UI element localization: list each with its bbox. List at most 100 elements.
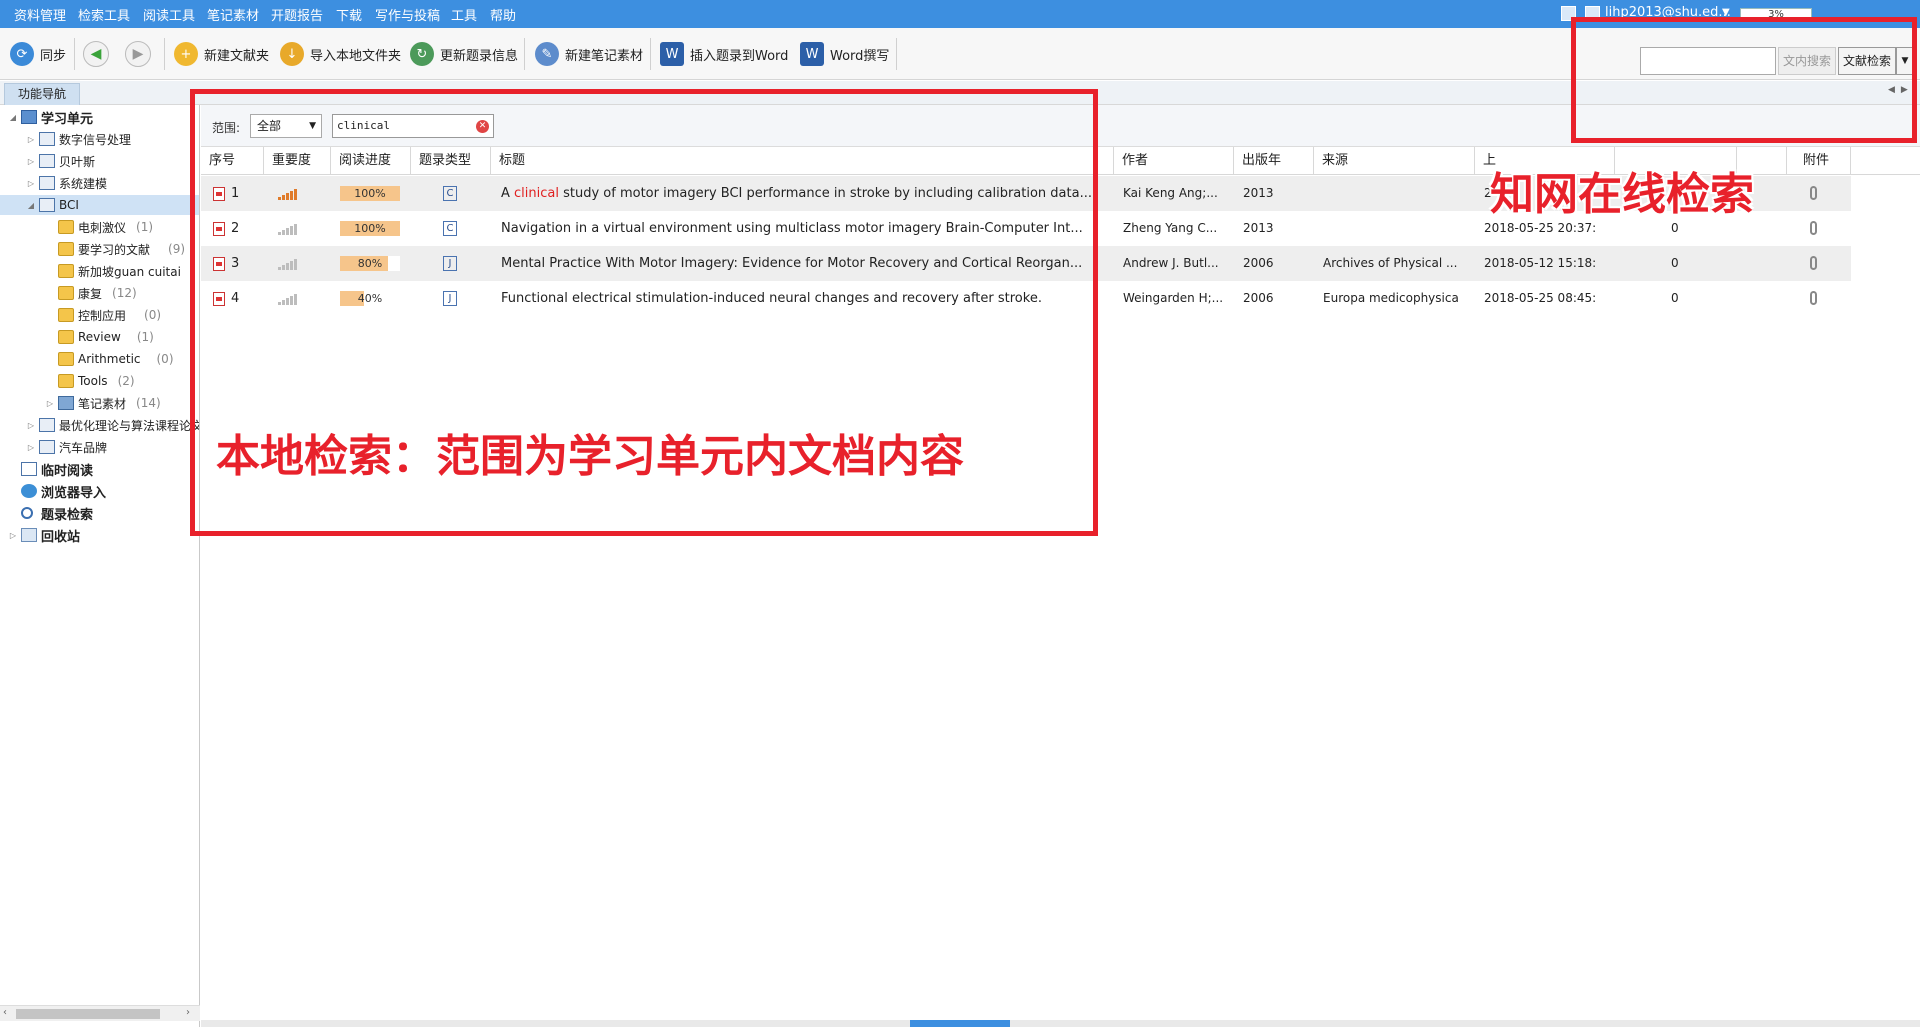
- sidebar-scrollbar[interactable]: ‹ ›: [0, 1005, 200, 1021]
- attachment-icon[interactable]: [1810, 221, 1817, 235]
- expand-icon[interactable]: ▷: [26, 443, 36, 452]
- menu-item-help[interactable]: 帮助: [490, 5, 516, 24]
- attachment-icon[interactable]: [1810, 186, 1817, 200]
- expand-icon[interactable]: ▷: [26, 421, 36, 430]
- tree-item-folder[interactable]: 控制应用 (0): [58, 305, 161, 325]
- collapse-icon[interactable]: ◢: [26, 201, 36, 210]
- col-header-year[interactable]: 出版年: [1234, 147, 1314, 175]
- folder-icon: +: [174, 42, 198, 66]
- note-icon: [58, 396, 74, 410]
- toolbar-separator: [650, 38, 651, 70]
- new-folder-button[interactable]: + 新建文献夹: [174, 40, 269, 68]
- tree-item-folder[interactable]: Tools (2): [58, 371, 135, 391]
- back-button[interactable]: ◀: [83, 41, 109, 67]
- col-header-author[interactable]: 作者: [1114, 147, 1234, 175]
- panel-toggle-handle[interactable]: [910, 1020, 1010, 1027]
- tree-item-car-brands[interactable]: ▷ 汽车品牌: [26, 437, 107, 457]
- menu-item-proposal[interactable]: 开题报告: [271, 5, 323, 24]
- expand-icon[interactable]: ▷: [26, 179, 36, 188]
- tree-item-folder[interactable]: Arithmetic (0): [58, 349, 174, 369]
- folder-icon: [58, 352, 74, 366]
- note-icon: ✎: [535, 42, 559, 66]
- reading-icon: [21, 462, 37, 476]
- new-note-button[interactable]: ✎ 新建笔记素材: [535, 40, 643, 68]
- refresh-icon: ↻: [410, 42, 434, 66]
- attachment-icon[interactable]: [1810, 256, 1817, 270]
- tree-item-dsp[interactable]: ▷ 数字信号处理: [26, 129, 131, 149]
- tree-item-folder[interactable]: 康复 (12): [58, 283, 137, 303]
- search-icon: [21, 507, 33, 519]
- expand-icon[interactable]: ▷: [45, 399, 55, 408]
- tree-item-record-search[interactable]: 题录检索: [8, 503, 93, 523]
- tree-item-folder[interactable]: 新加坡guan cuitai: [58, 261, 181, 281]
- menu-item-library[interactable]: 资料管理: [14, 5, 66, 24]
- row-author: Weingarden H;...: [1123, 291, 1224, 305]
- status-strip: [201, 1020, 1920, 1027]
- folder-icon: [58, 286, 74, 300]
- tree-item-system-modeling[interactable]: ▷ 系统建模: [26, 173, 107, 193]
- sidebar: ◢ 学习单元 ▷ 数字信号处理 ▷ 贝叶斯 ▷ 系统建模 ◢ BCI 电刺激仪 (1) 要学…: [0, 105, 200, 1027]
- expand-icon[interactable]: ▷: [8, 531, 18, 540]
- sync-icon: ⟳: [10, 42, 34, 66]
- collapse-icon[interactable]: ◢: [8, 113, 18, 122]
- tree-item-folder[interactable]: 要学习的文献 (9): [58, 239, 185, 259]
- tab-function-navigation[interactable]: 功能导航: [4, 83, 80, 105]
- folder-icon: [58, 308, 74, 322]
- tree-item-browser-import[interactable]: 浏览器导入: [8, 481, 106, 501]
- menu-item-search-tools[interactable]: 检索工具: [78, 5, 130, 24]
- toolbar-separator: [74, 38, 75, 70]
- tree-item-bci[interactable]: ◢ BCI: [0, 195, 199, 215]
- row-year: 2006: [1243, 291, 1274, 305]
- sync-button[interactable]: ⟳ 同步: [10, 40, 66, 68]
- row-author: Kai Keng Ang;...: [1123, 186, 1218, 200]
- import-folder-icon: ↓: [280, 42, 304, 66]
- trash-icon: [21, 528, 37, 542]
- expand-icon[interactable]: ▷: [26, 157, 36, 166]
- word-write-button[interactable]: W Word撰写: [800, 40, 889, 68]
- folder-icon: [58, 264, 74, 278]
- row-date: 2018-05-25 08:45:: [1484, 291, 1597, 305]
- col-header-attachment[interactable]: 附件: [1787, 147, 1851, 175]
- tree-item-notes[interactable]: ▷ 笔记素材 (14): [45, 393, 161, 413]
- tree-item-recycle-bin[interactable]: ▷ 回收站: [8, 525, 80, 545]
- annotation-box-online: [1571, 17, 1917, 143]
- update-info-button[interactable]: ↻ 更新题录信息: [410, 40, 518, 68]
- word-icon: W: [660, 42, 684, 66]
- scroll-right-icon[interactable]: ›: [186, 1007, 190, 1018]
- import-local-button[interactable]: ↓ 导入本地文件夹: [280, 40, 401, 68]
- tree-item-bayes[interactable]: ▷ 贝叶斯: [26, 151, 95, 171]
- unit-icon: [39, 176, 55, 190]
- menu-item-notes[interactable]: 笔记素材: [207, 5, 259, 24]
- tree-item-folder[interactable]: 电刺激仪 (1): [58, 217, 153, 237]
- globe-icon: [21, 484, 37, 498]
- unit-icon: [39, 440, 55, 454]
- unit-icon: [39, 154, 55, 168]
- row-source: [1323, 176, 1468, 211]
- tree-item-temp-reading[interactable]: 临时阅读: [8, 459, 93, 479]
- toolbar-separator: [896, 38, 897, 70]
- study-unit-icon: [21, 110, 37, 124]
- tree-item-optimization[interactable]: ▷ 最优化理论与算法课程论文: [26, 415, 199, 435]
- menu-item-download[interactable]: 下载: [336, 5, 362, 24]
- menu-item-writing[interactable]: 写作与投稿: [375, 5, 440, 24]
- word-write-icon: W: [800, 42, 824, 66]
- tree-item-study-units[interactable]: ◢ 学习单元: [8, 107, 93, 127]
- insert-word-button[interactable]: W 插入题录到Word: [660, 40, 788, 68]
- annotation-local: 本地检索：范围为学习单元内文档内容: [216, 431, 964, 482]
- row-count: 0: [1671, 291, 1679, 305]
- tree-item-folder[interactable]: Review (1): [58, 327, 154, 347]
- folder-icon: [58, 330, 74, 344]
- menu-item-reading-tools[interactable]: 阅读工具: [143, 5, 195, 24]
- folder-icon: [58, 242, 74, 256]
- expand-icon[interactable]: ▷: [26, 135, 36, 144]
- row-year: 2013: [1243, 186, 1274, 200]
- forward-button[interactable]: ▶: [125, 41, 151, 67]
- menu-item-tools[interactable]: 工具: [451, 5, 477, 24]
- scrollbar-thumb[interactable]: [16, 1009, 160, 1019]
- row-author: Zheng Yang C...: [1123, 221, 1218, 235]
- attachment-icon[interactable]: [1810, 291, 1817, 305]
- col-header-source[interactable]: 来源: [1314, 147, 1475, 175]
- arrow-right-icon: ▶: [132, 46, 144, 62]
- scroll-left-icon[interactable]: ‹: [3, 1007, 7, 1018]
- folder-icon: [58, 220, 74, 234]
